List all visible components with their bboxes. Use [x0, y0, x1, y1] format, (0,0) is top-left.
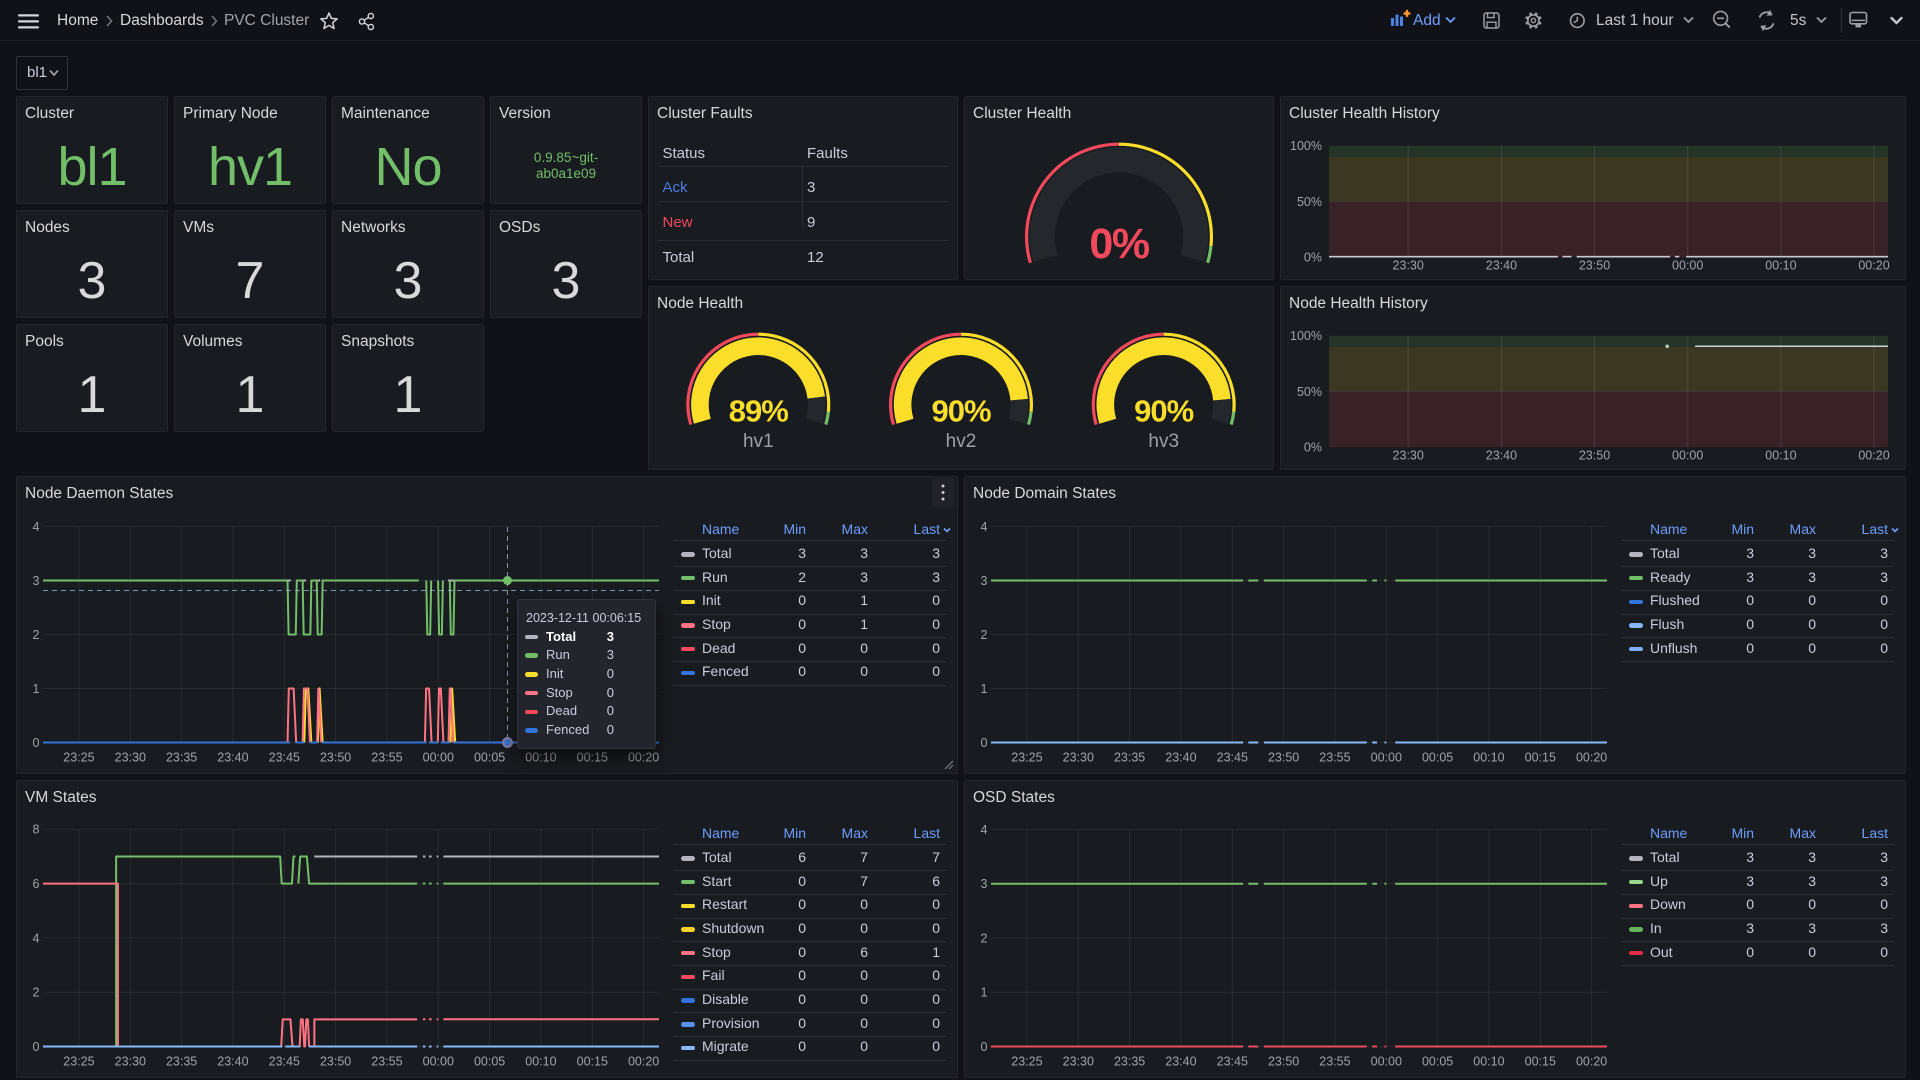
svg-text:00:05: 00:05	[474, 1055, 505, 1069]
svg-text:50%: 50%	[1297, 195, 1322, 209]
svg-text:4: 4	[981, 823, 988, 837]
svg-text:0: 0	[33, 736, 40, 750]
svg-text:23:35: 23:35	[166, 751, 197, 765]
svg-text:23:40: 23:40	[217, 751, 248, 765]
svg-text:00:15: 00:15	[577, 751, 608, 765]
svg-text:23:50: 23:50	[1268, 1055, 1299, 1069]
svg-text:1: 1	[981, 986, 988, 1000]
svg-text:23:55: 23:55	[371, 751, 402, 765]
svg-text:3: 3	[33, 574, 40, 588]
svg-text:23:35: 23:35	[1114, 751, 1145, 765]
svg-text:1: 1	[981, 682, 988, 696]
svg-text:00:05: 00:05	[1422, 1055, 1453, 1069]
svg-text:hv3: hv3	[1148, 431, 1179, 452]
svg-text:23:55: 23:55	[1319, 751, 1350, 765]
svg-text:1: 1	[33, 682, 40, 696]
svg-text:23:40: 23:40	[217, 1055, 248, 1069]
svg-text:00:00: 00:00	[423, 751, 454, 765]
svg-text:0%: 0%	[1304, 251, 1322, 265]
svg-text:23:40: 23:40	[1486, 449, 1517, 463]
svg-text:90%: 90%	[931, 394, 990, 429]
svg-text:00:20: 00:20	[1858, 449, 1889, 463]
svg-text:hv1: hv1	[743, 431, 774, 452]
svg-text:00:15: 00:15	[1525, 751, 1556, 765]
svg-text:4: 4	[33, 520, 40, 534]
svg-text:23:45: 23:45	[1217, 1055, 1248, 1069]
svg-text:23:30: 23:30	[1393, 259, 1424, 273]
svg-text:90%: 90%	[1134, 394, 1193, 429]
svg-text:4: 4	[33, 931, 40, 945]
svg-text:23:45: 23:45	[1217, 751, 1248, 765]
svg-text:23:50: 23:50	[320, 751, 351, 765]
svg-text:23:25: 23:25	[63, 751, 94, 765]
svg-text:23:55: 23:55	[371, 1055, 402, 1069]
svg-text:00:15: 00:15	[577, 1055, 608, 1069]
svg-text:00:20: 00:20	[1858, 259, 1889, 273]
svg-text:3: 3	[981, 574, 988, 588]
svg-text:23:45: 23:45	[269, 751, 300, 765]
svg-text:89%: 89%	[729, 394, 788, 429]
svg-text:23:30: 23:30	[115, 1055, 146, 1069]
svg-text:23:25: 23:25	[1011, 751, 1042, 765]
svg-text:3: 3	[981, 877, 988, 891]
svg-text:23:25: 23:25	[63, 1055, 94, 1069]
svg-text:00:05: 00:05	[1422, 751, 1453, 765]
svg-text:23:50: 23:50	[1579, 259, 1610, 273]
svg-text:23:35: 23:35	[1114, 1055, 1145, 1069]
svg-text:00:15: 00:15	[1525, 1055, 1556, 1069]
svg-text:100%: 100%	[1290, 329, 1322, 343]
svg-text:0: 0	[981, 736, 988, 750]
svg-text:50%: 50%	[1297, 385, 1322, 399]
svg-text:2: 2	[981, 628, 988, 642]
svg-text:6: 6	[33, 877, 40, 891]
svg-text:23:40: 23:40	[1165, 1055, 1196, 1069]
svg-text:hv2: hv2	[946, 431, 977, 452]
svg-text:0%: 0%	[1089, 220, 1149, 268]
svg-text:23:30: 23:30	[1063, 751, 1094, 765]
svg-text:00:10: 00:10	[1473, 1055, 1504, 1069]
svg-text:23:50: 23:50	[1268, 751, 1299, 765]
svg-text:23:30: 23:30	[1393, 449, 1424, 463]
svg-text:00:10: 00:10	[1473, 751, 1504, 765]
svg-text:0%: 0%	[1304, 441, 1322, 455]
svg-text:23:45: 23:45	[269, 1055, 300, 1069]
svg-text:100%: 100%	[1290, 139, 1322, 153]
svg-text:23:50: 23:50	[320, 1055, 351, 1069]
svg-text:0: 0	[33, 1040, 40, 1054]
svg-text:00:20: 00:20	[628, 751, 659, 765]
svg-text:23:30: 23:30	[1063, 1055, 1094, 1069]
svg-text:00:10: 00:10	[1765, 259, 1796, 273]
svg-text:00:00: 00:00	[1371, 751, 1402, 765]
svg-text:0: 0	[981, 1040, 988, 1054]
svg-text:8: 8	[33, 823, 40, 837]
svg-text:23:40: 23:40	[1486, 259, 1517, 273]
svg-text:23:25: 23:25	[1011, 1055, 1042, 1069]
svg-text:00:00: 00:00	[1672, 449, 1703, 463]
svg-text:23:55: 23:55	[1319, 1055, 1350, 1069]
svg-text:23:50: 23:50	[1579, 449, 1610, 463]
svg-text:00:00: 00:00	[423, 1055, 454, 1069]
svg-text:23:35: 23:35	[166, 1055, 197, 1069]
svg-text:2: 2	[33, 986, 40, 1000]
svg-text:00:10: 00:10	[1765, 449, 1796, 463]
svg-text:2: 2	[981, 931, 988, 945]
svg-text:2: 2	[33, 628, 40, 642]
svg-text:23:30: 23:30	[115, 751, 146, 765]
svg-text:00:20: 00:20	[1576, 751, 1607, 765]
svg-text:00:00: 00:00	[1672, 259, 1703, 273]
svg-text:00:00: 00:00	[1371, 1055, 1402, 1069]
svg-text:00:05: 00:05	[474, 751, 505, 765]
svg-text:00:10: 00:10	[525, 751, 556, 765]
svg-text:23:40: 23:40	[1165, 751, 1196, 765]
svg-text:00:20: 00:20	[628, 1055, 659, 1069]
svg-text:00:20: 00:20	[1576, 1055, 1607, 1069]
svg-text:00:10: 00:10	[525, 1055, 556, 1069]
svg-text:4: 4	[981, 520, 988, 534]
